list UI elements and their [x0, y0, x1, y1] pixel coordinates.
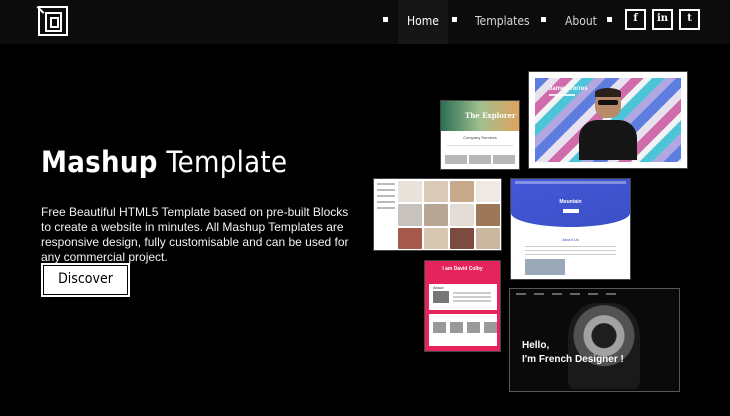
logo-icon[interactable]	[36, 6, 68, 36]
food-image-grid	[398, 181, 500, 249]
linkedin-icon[interactable]: in	[652, 9, 673, 30]
nav-bullet-icon	[607, 17, 612, 22]
preview-david-section: About	[433, 285, 444, 290]
preview-explorer[interactable]: The Explorer Company Services	[440, 100, 520, 170]
person-image	[579, 120, 637, 160]
nav-bullet-icon	[541, 17, 546, 22]
twitter-icon[interactable]: t	[679, 9, 700, 30]
preview-mountain-about: About Us	[562, 237, 579, 242]
preview-food-gallery[interactable]	[373, 178, 502, 251]
hero-title: Mashup Template	[41, 145, 287, 179]
nav-bullet-icon	[452, 17, 457, 22]
preview-french-line2: I'm French Designer !	[522, 354, 624, 365]
discover-button[interactable]: Discover	[41, 263, 130, 297]
preview-james-torres[interactable]: James Torres	[528, 71, 688, 169]
hero-description: Free Beautiful HTML5 Template based on p…	[41, 205, 349, 264]
preview-mountain-title: Mountain	[559, 199, 582, 205]
nav-bullet-icon	[383, 17, 388, 22]
navbar: Home Templates About f in t	[0, 0, 730, 44]
preview-explorer-title: The Explorer	[465, 111, 516, 120]
nav-templates[interactable]: Templates	[475, 0, 530, 44]
hero-title-bold: Mashup	[41, 145, 158, 179]
nav-about[interactable]: About	[565, 0, 597, 44]
preview-french-line1: Hello,	[522, 340, 550, 351]
hero-title-light: Template	[166, 145, 288, 179]
preview-explorer-subtitle: Company Services	[463, 135, 497, 140]
preview-french-designer[interactable]: Hello, I'm French Designer !	[509, 288, 680, 392]
preview-mountain[interactable]: Mountain About Us	[510, 178, 631, 280]
preview-david-title: I am David Colby	[442, 266, 483, 272]
preview-james-title: James Torres	[549, 86, 588, 92]
nav-home[interactable]: Home	[398, 0, 448, 44]
preview-david-colby[interactable]: I am David Colby About	[424, 260, 501, 352]
facebook-icon[interactable]: f	[625, 9, 646, 30]
